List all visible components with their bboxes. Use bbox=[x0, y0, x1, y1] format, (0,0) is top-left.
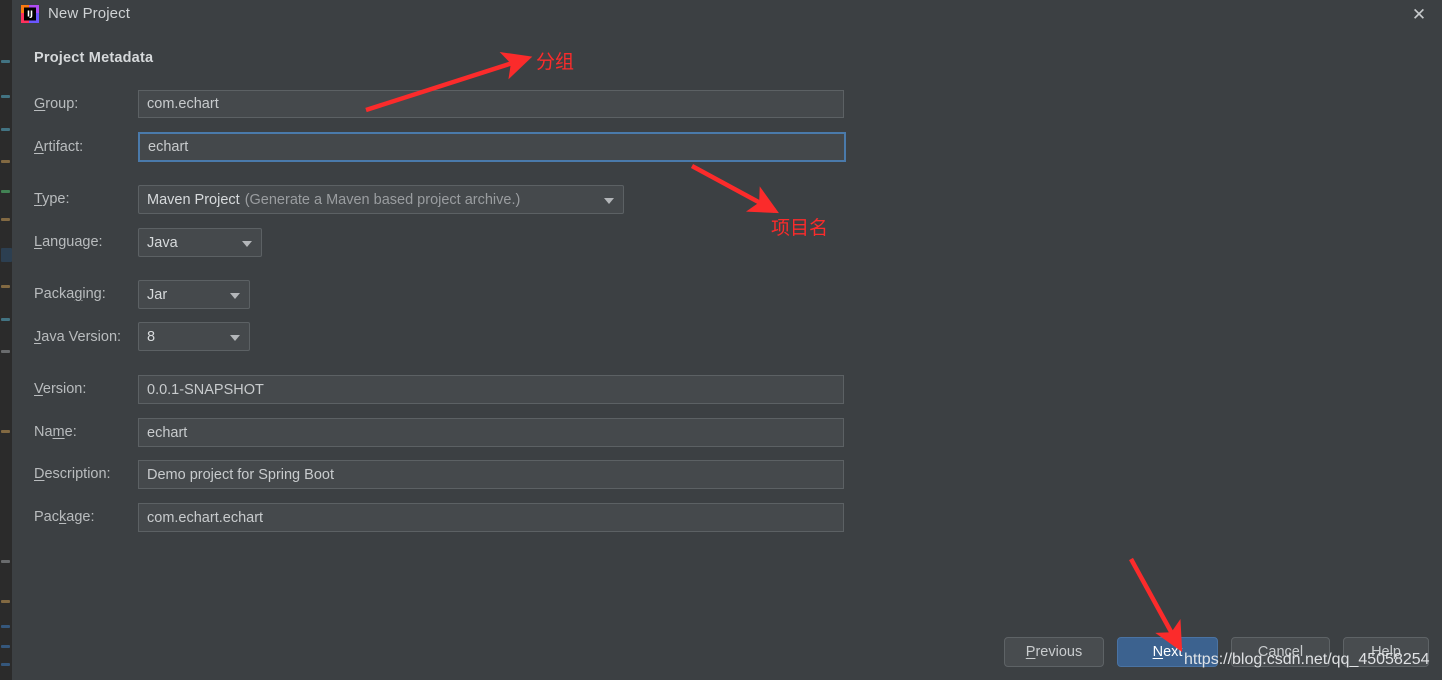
description-input[interactable] bbox=[138, 460, 844, 489]
label-version: Version: bbox=[34, 381, 87, 397]
label-name: Name: bbox=[34, 424, 77, 440]
artifact-input[interactable] bbox=[138, 132, 846, 162]
label-description: Description: bbox=[34, 466, 111, 482]
dialog-title: New Project bbox=[48, 5, 130, 22]
type-combobox[interactable]: Maven Project (Generate a Maven based pr… bbox=[138, 185, 624, 214]
packaging-value: Jar bbox=[147, 286, 168, 303]
chevron-down-icon bbox=[230, 292, 240, 299]
label-artifact: Artifact: bbox=[34, 139, 84, 155]
language-value: Java bbox=[147, 234, 178, 251]
language-combobox[interactable]: Java bbox=[138, 228, 262, 257]
java-version-combobox[interactable]: 8 bbox=[138, 322, 250, 351]
page-title: Project Metadata bbox=[34, 50, 154, 66]
chevron-down-icon bbox=[604, 197, 614, 204]
ide-backdrop bbox=[0, 0, 12, 680]
package-input[interactable] bbox=[138, 503, 844, 532]
type-hint: (Generate a Maven based project archive.… bbox=[244, 191, 521, 208]
label-java-version: Java Version: bbox=[34, 329, 122, 345]
label-group: Group: bbox=[34, 96, 79, 112]
new-project-dialog: IJ New Project ✕ Project Metadata Group:… bbox=[12, 0, 1442, 680]
previous-button[interactable]: Previous bbox=[1004, 637, 1104, 667]
type-value: Maven Project bbox=[147, 191, 240, 208]
label-language: Language: bbox=[34, 234, 103, 250]
label-packaging: Packaging: bbox=[34, 286, 106, 302]
dialog-titlebar: IJ New Project ✕ bbox=[12, 0, 1442, 29]
version-input[interactable] bbox=[138, 375, 844, 404]
next-button-label: Next bbox=[1152, 644, 1183, 660]
chevron-down-icon bbox=[230, 334, 240, 341]
chevron-down-icon bbox=[242, 240, 252, 247]
close-icon[interactable]: ✕ bbox=[1402, 3, 1436, 27]
intellij-idea-icon: IJ bbox=[20, 4, 40, 24]
group-input[interactable] bbox=[138, 90, 844, 118]
svg-text:IJ: IJ bbox=[27, 10, 33, 19]
name-input[interactable] bbox=[138, 418, 844, 447]
previous-button-label: Previous bbox=[1025, 644, 1083, 660]
watermark-url: https://blog.csdn.net/qq_45058254 bbox=[1184, 651, 1430, 668]
label-type: Type: bbox=[34, 191, 70, 207]
label-package: Package: bbox=[34, 509, 95, 525]
java-version-value: 8 bbox=[147, 328, 156, 345]
packaging-combobox[interactable]: Jar bbox=[138, 280, 250, 309]
